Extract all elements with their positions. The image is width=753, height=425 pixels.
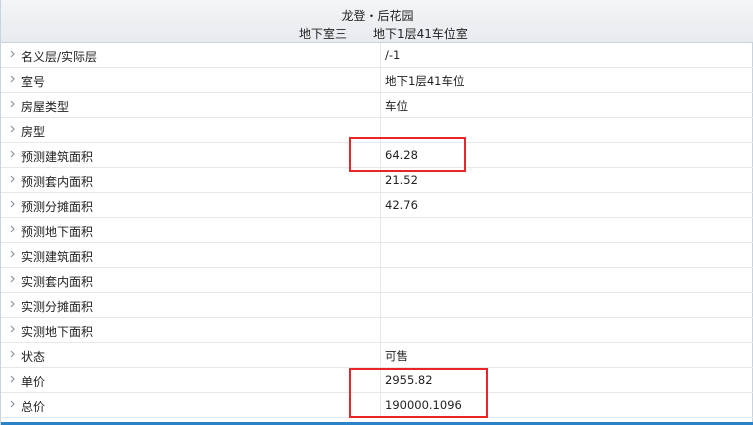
row-label: 预测套内面积 bbox=[21, 175, 94, 189]
label-cell: 预测地下面积 bbox=[1, 218, 381, 242]
chevron-right-icon bbox=[10, 175, 15, 183]
label-cell: 预测建筑面积 bbox=[1, 143, 381, 167]
table-row: 预测套内面积 21.52 bbox=[1, 168, 753, 193]
table-row: 预测建筑面积 64.28 bbox=[1, 143, 753, 168]
label-cell: 室号 bbox=[1, 68, 381, 92]
chevron-right-icon bbox=[10, 50, 15, 58]
row-label: 实测套内面积 bbox=[21, 275, 94, 289]
row-value: 2955.82 bbox=[385, 373, 433, 387]
chevron-right-icon bbox=[10, 100, 15, 108]
property-table: 名义层/实际层 /-1 室号 地下1层41车位 房屋类型 车位 房型 预测建筑面… bbox=[1, 43, 753, 418]
row-label: 室号 bbox=[21, 75, 46, 89]
label-cell: 房型 bbox=[1, 118, 381, 142]
chevron-right-icon bbox=[10, 75, 15, 83]
table-row: 预测地下面积 bbox=[1, 218, 753, 243]
table-row: 名义层/实际层 /-1 bbox=[1, 43, 753, 68]
label-cell: 实测建筑面积 bbox=[1, 243, 381, 267]
project-title: 龙登・后花园 bbox=[341, 9, 414, 23]
chevron-right-icon bbox=[10, 275, 15, 283]
row-value: 64.28 bbox=[385, 148, 418, 162]
chevron-right-icon bbox=[10, 225, 15, 233]
chevron-right-icon bbox=[10, 400, 15, 408]
label-cell: 预测套内面积 bbox=[1, 168, 381, 192]
label-cell: 实测分摊面积 bbox=[1, 293, 381, 317]
table-row: 实测套内面积 bbox=[1, 268, 753, 293]
label-cell: 状态 bbox=[1, 343, 381, 367]
chevron-right-icon bbox=[10, 150, 15, 158]
chevron-right-icon bbox=[10, 350, 15, 358]
chevron-right-icon bbox=[10, 250, 15, 258]
chevron-right-icon bbox=[10, 300, 15, 308]
row-label: 预测分摊面积 bbox=[21, 200, 94, 214]
row-label: 实测地下面积 bbox=[21, 325, 94, 339]
chevron-right-icon bbox=[10, 375, 15, 383]
table-row: 预测分摊面积 42.76 bbox=[1, 193, 753, 218]
table-row: 室号 地下1层41车位 bbox=[1, 68, 753, 93]
table-row: 房型 bbox=[1, 118, 753, 143]
unit-name: 地下1层41车位室 bbox=[373, 27, 468, 41]
table-row: 状态 可售 bbox=[1, 343, 753, 368]
row-label: 房型 bbox=[21, 125, 46, 139]
label-cell: 实测套内面积 bbox=[1, 268, 381, 292]
row-label: 预测地下面积 bbox=[21, 225, 94, 239]
table-row: 总价 190000.1096 bbox=[1, 393, 753, 418]
chevron-right-icon bbox=[10, 125, 15, 133]
row-value: 地下1层41车位 bbox=[385, 74, 465, 88]
row-label: 状态 bbox=[21, 350, 46, 364]
property-detail-panel: 龙登・后花园 地下室三 地下1层41车位室 名义层/实际层 /-1 室号 地下1… bbox=[0, 0, 753, 425]
row-value: 可售 bbox=[385, 349, 408, 363]
chevron-right-icon bbox=[10, 325, 15, 333]
label-cell: 实测地下面积 bbox=[1, 318, 381, 342]
label-cell: 预测分摊面积 bbox=[1, 193, 381, 217]
row-label: 预测建筑面积 bbox=[21, 150, 94, 164]
label-cell: 单价 bbox=[1, 368, 381, 392]
table-row: 实测分摊面积 bbox=[1, 293, 753, 318]
table-row: 实测建筑面积 bbox=[1, 243, 753, 268]
row-label: 名义层/实际层 bbox=[21, 50, 98, 64]
table-row: 实测地下面积 bbox=[1, 318, 753, 343]
label-cell: 名义层/实际层 bbox=[1, 43, 381, 67]
panel-header: 龙登・后花园 地下室三 地下1层41车位室 bbox=[1, 0, 753, 43]
row-value: 42.76 bbox=[385, 198, 418, 212]
row-value: 21.52 bbox=[385, 173, 418, 187]
row-label: 实测分摊面积 bbox=[21, 300, 94, 314]
row-label: 单价 bbox=[21, 375, 46, 389]
row-value: 车位 bbox=[385, 99, 408, 113]
table-row: 房屋类型 车位 bbox=[1, 93, 753, 118]
row-label: 房屋类型 bbox=[21, 100, 70, 114]
label-cell: 总价 bbox=[1, 393, 381, 417]
row-label: 实测建筑面积 bbox=[21, 250, 94, 264]
label-cell: 房屋类型 bbox=[1, 93, 381, 117]
chevron-right-icon bbox=[10, 200, 15, 208]
building-name: 地下室三 bbox=[299, 27, 348, 41]
table-row: 单价 2955.82 bbox=[1, 368, 753, 393]
row-value: /-1 bbox=[385, 48, 401, 62]
row-label: 总价 bbox=[21, 400, 46, 414]
row-value: 190000.1096 bbox=[385, 398, 462, 412]
